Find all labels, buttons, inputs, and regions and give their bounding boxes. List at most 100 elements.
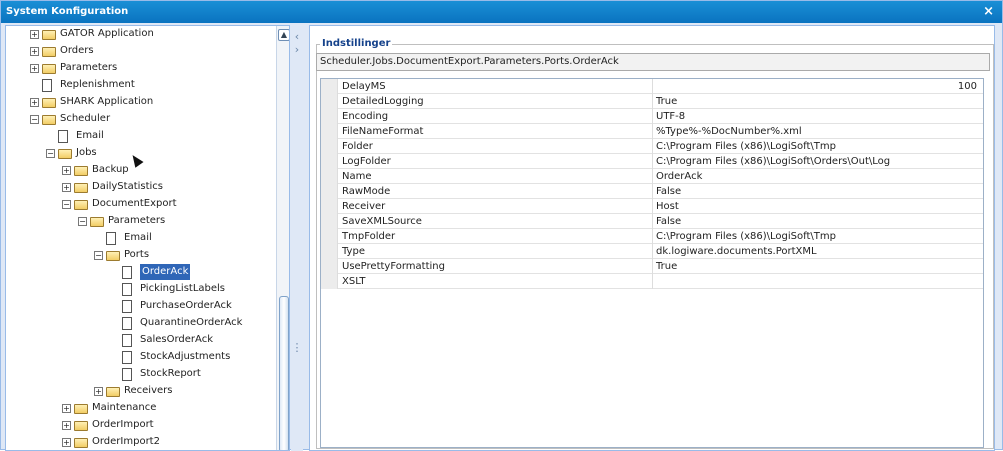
expand-icon[interactable]: + bbox=[30, 47, 39, 56]
property-value[interactable] bbox=[655, 274, 983, 289]
tree-node-stockreport[interactable]: StockReport bbox=[6, 366, 272, 382]
expand-right-icon[interactable]: › bbox=[291, 43, 303, 56]
property-value[interactable]: 100 bbox=[655, 79, 983, 94]
collapse-left-icon[interactable]: ‹ bbox=[291, 30, 303, 43]
tree-node-dailystatistics[interactable]: + DailyStatistics bbox=[6, 179, 272, 195]
tree-node-replenishment[interactable]: Replenishment bbox=[6, 77, 272, 93]
tree-node-label[interactable]: PickingListLabels bbox=[140, 281, 225, 297]
tree-node-shark-application[interactable]: + SHARK Application bbox=[6, 94, 272, 110]
tree-node-label[interactable]: OrderImport bbox=[92, 417, 154, 433]
property-grid[interactable]: DelayMS 100 DetailedLogging True Encoding UTF… bbox=[320, 78, 984, 448]
tree-node-orderack[interactable]: OrderAck bbox=[6, 264, 272, 280]
tree-node-orders[interactable]: + Orders bbox=[6, 43, 272, 59]
property-value[interactable]: UTF-8 bbox=[655, 109, 983, 124]
configuration-tree[interactable]: ▲ + GATOR Application + Orders + Parameters Re… bbox=[5, 25, 290, 451]
tree-node-scheduler[interactable]: − Scheduler bbox=[6, 111, 272, 127]
splitter-grip-icon[interactable]: ⋮ bbox=[291, 341, 303, 354]
expand-icon[interactable]: + bbox=[30, 98, 39, 107]
tree-node-documentexport[interactable]: − DocumentExport bbox=[6, 196, 272, 212]
property-row[interactable]: LogFolder C:\Program Files (x86)\LogiSoft… bbox=[321, 154, 983, 169]
property-row[interactable]: SaveXMLSource False bbox=[321, 214, 983, 229]
tree-node-label[interactable]: Jobs bbox=[76, 145, 97, 161]
tree-node-gator-application[interactable]: + GATOR Application bbox=[6, 26, 272, 42]
tree-node-purchaseorderack[interactable]: PurchaseOrderAck bbox=[6, 298, 272, 314]
property-row[interactable]: Folder C:\Program Files (x86)\LogiSoft\Tm… bbox=[321, 139, 983, 154]
property-value[interactable]: C:\Program Files (x86)\LogiSoft\Orders\O… bbox=[655, 154, 983, 169]
tree-node-label[interactable]: DailyStatistics bbox=[92, 179, 163, 195]
collapse-icon[interactable]: − bbox=[94, 251, 103, 260]
property-row[interactable]: UsePrettyFormatting True bbox=[321, 259, 983, 274]
expand-icon[interactable]: + bbox=[62, 404, 71, 413]
tree-node-label[interactable]: QuarantineOrderAck bbox=[140, 315, 242, 331]
property-row[interactable]: TmpFolder C:\Program Files (x86)\LogiSoft… bbox=[321, 229, 983, 244]
collapse-icon[interactable]: − bbox=[78, 217, 87, 226]
tree-node-label[interactable]: GATOR Application bbox=[60, 26, 154, 42]
collapse-icon[interactable]: − bbox=[62, 200, 71, 209]
tree-node-label[interactable]: PurchaseOrderAck bbox=[140, 298, 232, 314]
expand-icon[interactable]: + bbox=[62, 421, 71, 430]
tree-node-label[interactable]: Parameters bbox=[60, 60, 117, 76]
tree-node-label[interactable]: Replenishment bbox=[60, 77, 135, 93]
expand-icon[interactable]: + bbox=[62, 166, 71, 175]
tree-node-parameters[interactable]: + Parameters bbox=[6, 60, 272, 76]
tree-node-orderimport2[interactable]: + OrderImport2 bbox=[6, 434, 272, 450]
tree-node-maintenance[interactable]: + Maintenance bbox=[6, 400, 272, 416]
collapse-icon[interactable]: − bbox=[46, 149, 55, 158]
tree-node-label[interactable]: StockAdjustments bbox=[140, 349, 230, 365]
scroll-thumb[interactable] bbox=[279, 296, 289, 450]
property-row[interactable]: RawMode False bbox=[321, 184, 983, 199]
collapse-icon[interactable]: − bbox=[30, 115, 39, 124]
tree-node-receivers[interactable]: + Receivers bbox=[6, 383, 272, 399]
property-row[interactable]: XSLT bbox=[321, 274, 983, 289]
property-value[interactable]: False bbox=[655, 184, 983, 199]
tree-node-label[interactable]: OrderAck bbox=[140, 264, 191, 280]
tree-node-ports[interactable]: − Ports bbox=[6, 247, 272, 263]
property-value[interactable]: True bbox=[655, 259, 983, 274]
tree-node-label[interactable]: Maintenance bbox=[92, 400, 156, 416]
expand-icon[interactable]: + bbox=[30, 30, 39, 39]
tree-node-label[interactable]: Backup bbox=[92, 162, 129, 178]
expand-icon[interactable]: + bbox=[94, 387, 103, 396]
expand-icon[interactable]: + bbox=[62, 438, 71, 447]
tree-node-label[interactable]: Parameters bbox=[108, 213, 165, 229]
close-icon[interactable]: × bbox=[983, 1, 994, 23]
property-value[interactable]: Host bbox=[655, 199, 983, 214]
scroll-up-icon[interactable]: ▲ bbox=[278, 29, 289, 41]
property-value[interactable]: OrderAck bbox=[655, 169, 983, 184]
tree-node-email[interactable]: Email bbox=[6, 230, 272, 246]
property-row[interactable]: Receiver Host bbox=[321, 199, 983, 214]
property-value[interactable]: False bbox=[655, 214, 983, 229]
tree-node-quarantineorderack[interactable]: QuarantineOrderAck bbox=[6, 315, 272, 331]
tree-node-label[interactable]: OrderImport2 bbox=[92, 434, 160, 450]
property-row[interactable]: Type dk.logiware.documents.PortXML bbox=[321, 244, 983, 259]
tree-node-pickinglistlabels[interactable]: PickingListLabels bbox=[6, 281, 272, 297]
tree-node-label[interactable]: Email bbox=[76, 128, 104, 144]
property-row[interactable]: FileNameFormat %Type%-%DocNumber%.xml bbox=[321, 124, 983, 139]
property-value[interactable]: %Type%-%DocNumber%.xml bbox=[655, 124, 983, 139]
expand-icon[interactable]: + bbox=[62, 183, 71, 192]
property-value[interactable]: C:\Program Files (x86)\LogiSoft\Tmp bbox=[655, 229, 983, 244]
tree-node-label[interactable]: Ports bbox=[124, 247, 149, 263]
tree-node-label[interactable]: SalesOrderAck bbox=[140, 332, 213, 348]
tree-node-label[interactable]: Receivers bbox=[124, 383, 172, 399]
property-row[interactable]: DelayMS 100 bbox=[321, 79, 983, 94]
tree-node-stockadjustments[interactable]: StockAdjustments bbox=[6, 349, 272, 365]
property-row[interactable]: DetailedLogging True bbox=[321, 94, 983, 109]
property-value[interactable]: True bbox=[655, 94, 983, 109]
tree-node-label[interactable]: Scheduler bbox=[60, 111, 110, 127]
property-value[interactable]: C:\Program Files (x86)\LogiSoft\Tmp bbox=[655, 139, 983, 154]
property-row[interactable]: Name OrderAck bbox=[321, 169, 983, 184]
expand-icon[interactable]: + bbox=[30, 64, 39, 73]
tree-node-label[interactable]: DocumentExport bbox=[92, 196, 177, 212]
tree-node-label[interactable]: StockReport bbox=[140, 366, 201, 382]
panel-splitter[interactable]: ‹ › ⋮ bbox=[291, 25, 303, 451]
tree-node-email[interactable]: Email bbox=[6, 128, 272, 144]
tree-node-label[interactable]: SHARK Application bbox=[60, 94, 153, 110]
tree-node-label[interactable]: Orders bbox=[60, 43, 94, 59]
property-row[interactable]: Encoding UTF-8 bbox=[321, 109, 983, 124]
tree-node-parameters[interactable]: − Parameters bbox=[6, 213, 272, 229]
tree-node-label[interactable]: Email bbox=[124, 230, 152, 246]
tree-node-salesorderack[interactable]: SalesOrderAck bbox=[6, 332, 272, 348]
tree-scrollbar[interactable]: ▲ bbox=[276, 26, 289, 450]
property-value[interactable]: dk.logiware.documents.PortXML bbox=[655, 244, 983, 259]
